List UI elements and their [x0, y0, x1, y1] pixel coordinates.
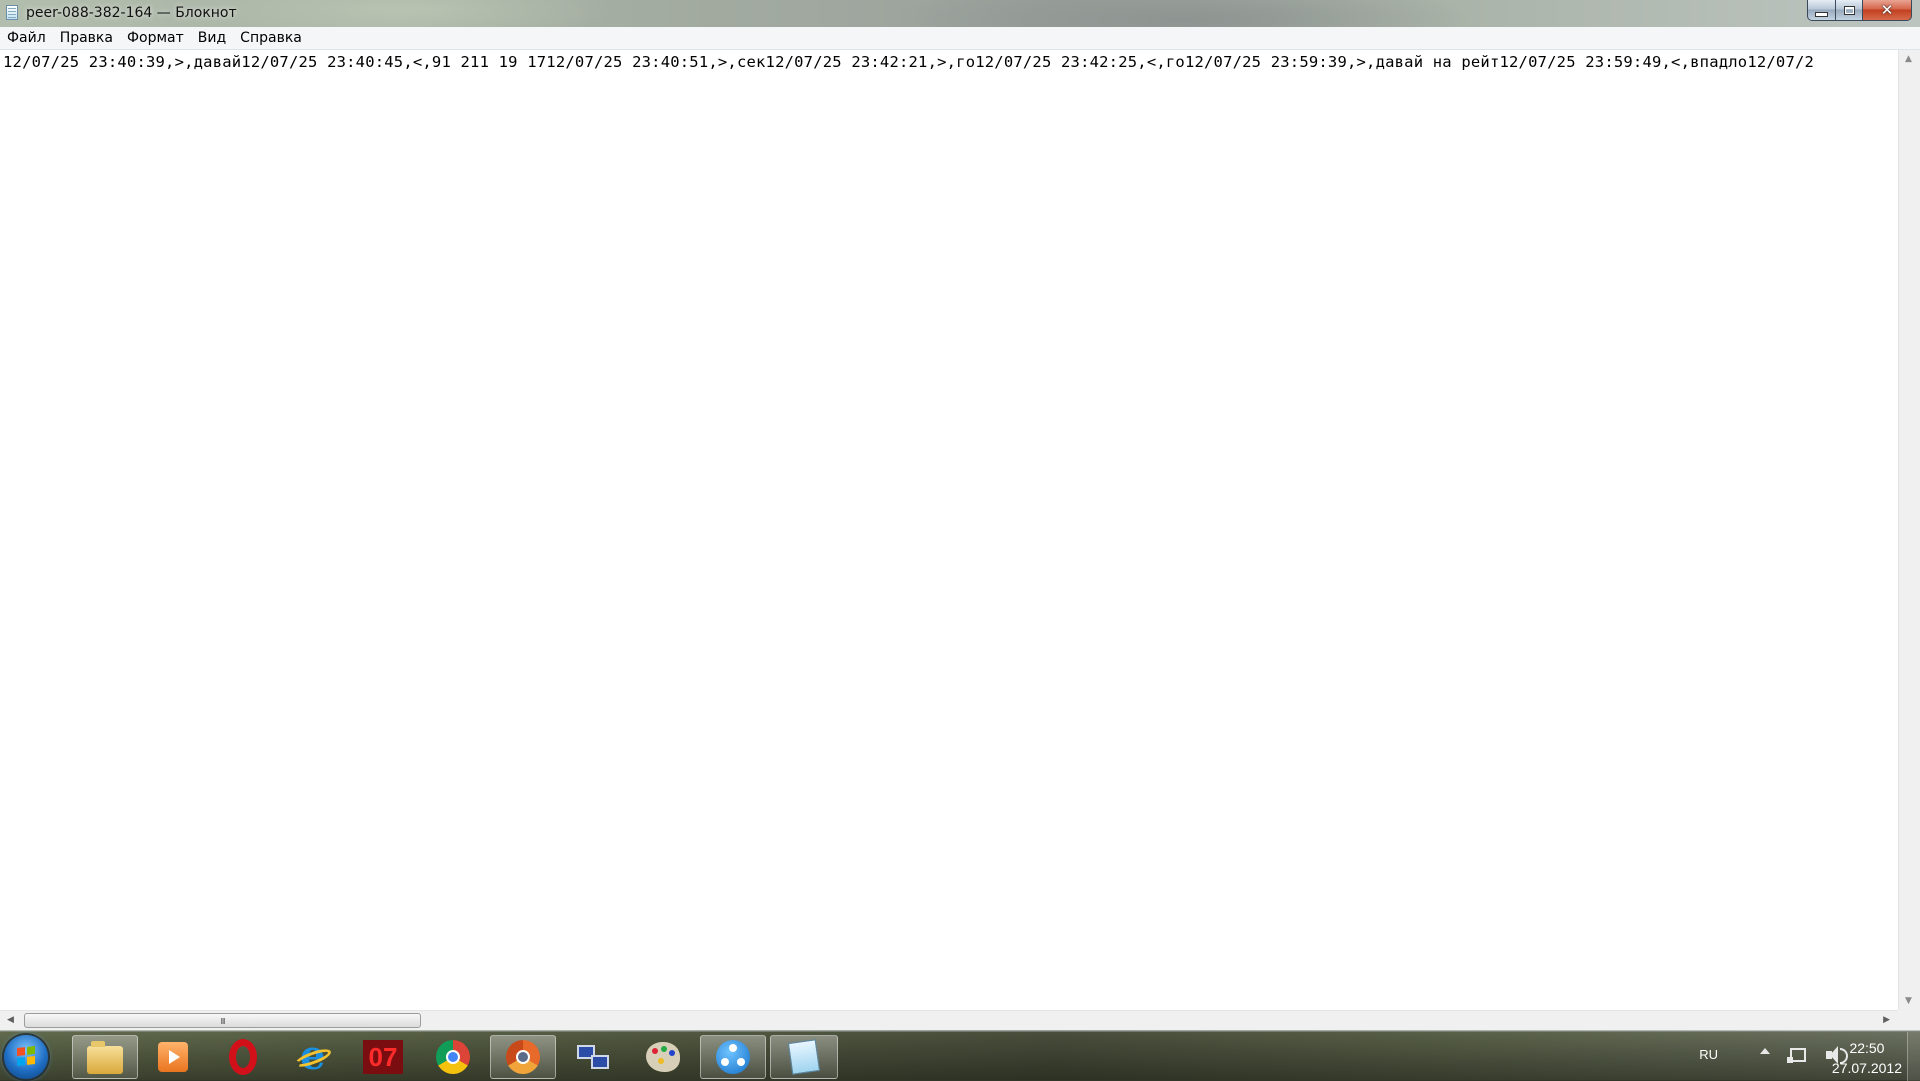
scroll-up-icon[interactable]: ▲	[1905, 54, 1912, 64]
notepad-icon	[787, 1039, 821, 1075]
taskbar-chrome[interactable]	[420, 1035, 486, 1079]
editor-content[interactable]: 12/07/25 23:40:39,>,давай12/07/25 23:40:…	[3, 53, 1814, 71]
taskbar-app-07[interactable]: 07	[350, 1035, 416, 1079]
notepad-app-icon[interactable]	[6, 5, 18, 20]
maximize-button[interactable]	[1836, 0, 1863, 21]
show-hidden-icons-icon[interactable]	[1760, 1048, 1770, 1054]
taskbar-network[interactable]	[560, 1035, 626, 1079]
taskbar: 07 RU 22:50 27.07.2012	[0, 1031, 1920, 1081]
network-status-icon[interactable]	[1787, 1048, 1806, 1063]
taskbar-chromium[interactable]	[490, 1035, 556, 1079]
menu-view[interactable]: Вид	[191, 27, 233, 49]
vertical-scrollbar[interactable]: ▲ ▼	[1898, 50, 1920, 1010]
minimize-button[interactable]	[1807, 0, 1836, 21]
start-button[interactable]	[4, 1035, 48, 1079]
menu-format[interactable]: Формат	[120, 27, 191, 49]
notepad-window: peer-088-382-164 — Блокнот ✕ Файл Правка…	[0, 0, 1920, 1031]
app-07-icon: 07	[363, 1040, 403, 1074]
internet-explorer-icon	[296, 1032, 330, 1079]
windows-start-icon	[17, 1046, 35, 1066]
scroll-right-icon[interactable]: ▶	[1883, 1015, 1890, 1025]
taskbar-opera[interactable]	[210, 1035, 276, 1079]
taskbar-shareman[interactable]	[700, 1035, 766, 1079]
opera-icon	[229, 1039, 257, 1075]
scroll-down-icon[interactable]: ▼	[1905, 996, 1912, 1006]
minimize-icon	[1815, 11, 1828, 17]
show-desktop-button[interactable]	[1907, 1032, 1920, 1081]
menu-file[interactable]: Файл	[0, 27, 53, 49]
chrome-icon	[436, 1040, 470, 1074]
horizontal-scrollbar[interactable]: ◀ III ▶	[0, 1010, 1898, 1030]
close-icon: ✕	[1880, 0, 1894, 19]
taskbar-explorer[interactable]	[72, 1035, 138, 1079]
system-tray: RU 22:50 27.07.2012	[1660, 1032, 1920, 1081]
menu-bar: Файл Правка Формат Вид Справка	[0, 27, 1920, 50]
scroll-grip-icon: III	[220, 1017, 225, 1026]
maximize-icon	[1843, 5, 1855, 15]
menu-edit[interactable]: Правка	[53, 27, 120, 49]
clock-date: 27.07.2012	[1831, 1060, 1902, 1076]
menu-help[interactable]: Справка	[233, 27, 309, 49]
scroll-left-icon[interactable]: ◀	[7, 1015, 14, 1025]
chromium-icon	[506, 1040, 540, 1074]
size-grip[interactable]	[1898, 1010, 1920, 1030]
taskbar-internet-explorer[interactable]	[280, 1032, 346, 1079]
text-editor[interactable]: 12/07/25 23:40:39,>,давай12/07/25 23:40:…	[0, 50, 1898, 1010]
paint-icon	[646, 1042, 680, 1072]
taskbar-media-player[interactable]	[140, 1035, 206, 1079]
clock[interactable]: 22:50 27.07.2012	[1832, 1038, 1902, 1078]
media-player-icon	[158, 1042, 188, 1072]
explorer-icon	[87, 1041, 123, 1074]
language-indicator[interactable]: RU	[1699, 1047, 1718, 1062]
shareman-icon	[716, 1040, 750, 1074]
network-icon	[575, 1041, 611, 1073]
clock-time: 22:50	[1849, 1040, 1885, 1056]
caption-buttons: ✕	[1807, 0, 1912, 21]
horizontal-scroll-thumb[interactable]: III	[24, 1013, 421, 1028]
taskbar-paint[interactable]	[630, 1035, 696, 1079]
close-button[interactable]: ✕	[1863, 0, 1912, 21]
taskbar-notepad[interactable]	[770, 1035, 838, 1079]
title-bar[interactable]: peer-088-382-164 — Блокнот ✕	[0, 0, 1920, 27]
window-title: peer-088-382-164 — Блокнот	[26, 5, 237, 21]
